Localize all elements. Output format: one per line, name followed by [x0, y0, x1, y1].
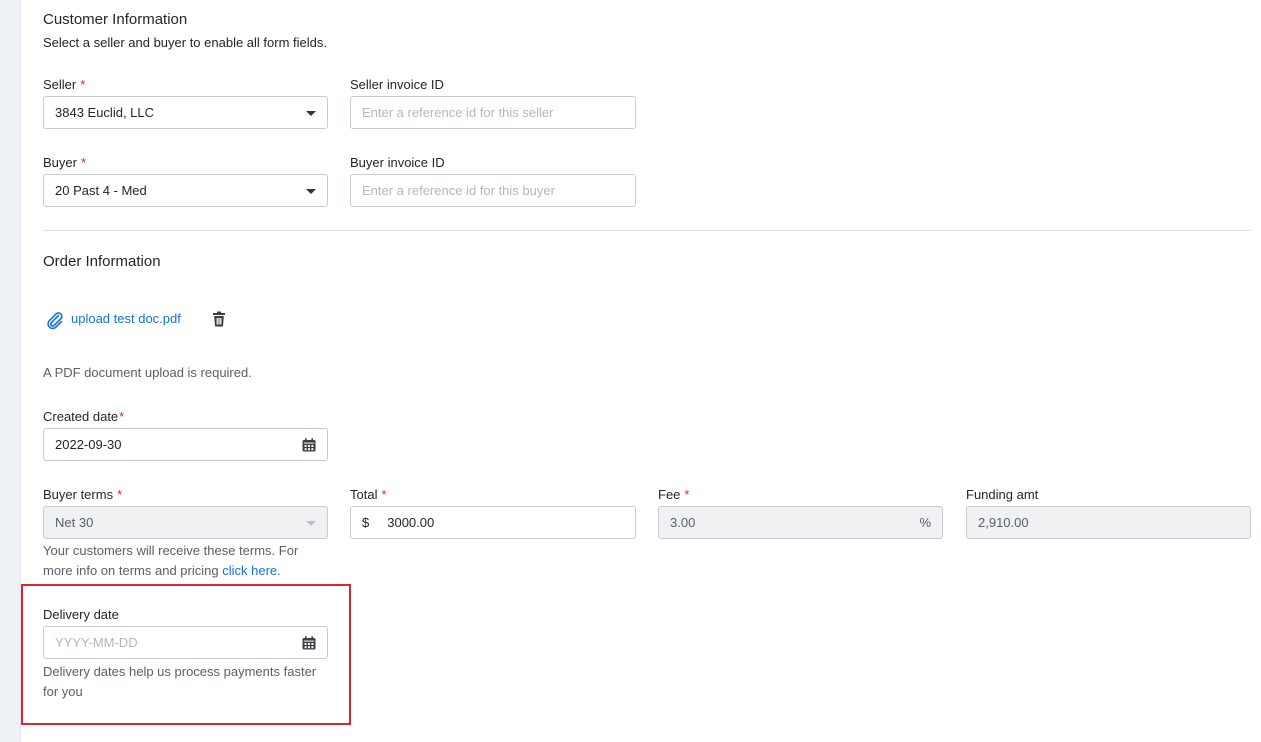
delivery-help-line2: for you [43, 684, 83, 699]
delivery-date-placeholder: YYYY-MM-DD [55, 635, 138, 650]
delivery-date-help: Delivery dates help us process payments … [43, 662, 316, 702]
fee-value: 3.00 [670, 515, 696, 530]
currency-prefix: $ [362, 515, 370, 530]
funding-amount-value: 2,910.00 [978, 515, 1029, 530]
seller-label: Seller * [43, 77, 86, 92]
buyer-terms-help: Your customers will receive these terms.… [43, 541, 298, 581]
terms-help-line2: more info on terms and pricing click her… [43, 563, 281, 578]
funding-amount-input: 2,910.00 [966, 506, 1251, 539]
required-marker: * [119, 409, 125, 424]
percent-suffix: % [919, 515, 931, 530]
total-input[interactable]: $ 3000.00 [350, 506, 636, 539]
calendar-icon[interactable] [302, 636, 316, 650]
seller-select[interactable]: 3843 Euclid, LLC [43, 96, 328, 129]
required-marker: * [80, 155, 87, 170]
total-label: Total * [350, 487, 387, 502]
created-date-input[interactable]: 2022-09-30 [43, 428, 328, 461]
required-marker: * [381, 487, 387, 502]
required-marker: * [684, 487, 690, 502]
created-date-label: Created date* [43, 409, 125, 424]
delivery-date-label: Delivery date [43, 607, 119, 622]
order-section-title: Order Information [43, 253, 161, 270]
seller-invoice-label: Seller invoice ID [350, 77, 444, 92]
fee-label: Fee * [658, 487, 690, 502]
buyer-terms-label: Buyer terms * [43, 487, 123, 502]
paperclip-icon [45, 310, 65, 330]
pdf-required-note: A PDF document upload is required. [43, 365, 252, 380]
required-marker: * [117, 487, 123, 502]
buyer-invoice-label: Buyer invoice ID [350, 155, 445, 170]
customer-section-subtitle: Select a seller and buyer to enable all … [43, 35, 327, 50]
buyer-invoice-placeholder: Enter a reference id for this buyer [362, 183, 555, 198]
created-date-value: 2022-09-30 [55, 437, 122, 452]
fee-input: 3.00 % [658, 506, 943, 539]
chevron-down-icon [306, 521, 316, 526]
buyer-invoice-input[interactable]: Enter a reference id for this buyer [350, 174, 636, 207]
funding-amount-label: Funding amt [966, 487, 1039, 502]
click-here-link[interactable]: click here. [222, 563, 281, 578]
chevron-down-icon [306, 111, 316, 116]
buyer-value: 20 Past 4 - Med [55, 183, 147, 198]
left-rail [0, 0, 21, 742]
terms-help-line1: Your customers will receive these terms.… [43, 543, 299, 558]
buyer-select[interactable]: 20 Past 4 - Med [43, 174, 328, 207]
delivery-help-line1: Delivery dates help us process payments … [43, 664, 317, 679]
required-marker: * [80, 77, 86, 92]
total-value: 3000.00 [387, 515, 435, 530]
chevron-down-icon [306, 189, 316, 194]
buyer-terms-value: Net 30 [55, 515, 94, 530]
calendar-icon[interactable] [302, 438, 316, 452]
buyer-label: Buyer * [43, 155, 87, 170]
seller-invoice-placeholder: Enter a reference id for this seller [362, 105, 554, 120]
uploaded-file-link[interactable]: upload test doc.pdf [71, 311, 181, 326]
delivery-date-input[interactable]: YYYY-MM-DD [43, 626, 328, 659]
buyer-terms-select: Net 30 [43, 506, 328, 539]
customer-section-title: Customer Information [43, 11, 188, 28]
seller-value: 3843 Euclid, LLC [55, 105, 155, 120]
section-divider [43, 230, 1251, 231]
seller-invoice-input[interactable]: Enter a reference id for this seller [350, 96, 636, 129]
trash-icon[interactable] [210, 310, 228, 328]
